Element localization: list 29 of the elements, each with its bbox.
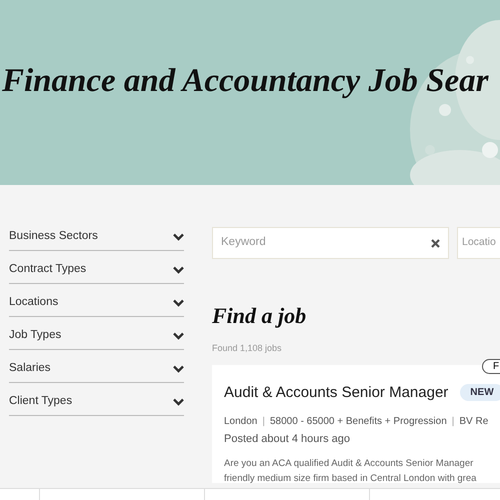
- job-salary: 58000 - 65000 + Benefits + Progression: [270, 415, 447, 429]
- chevron-icon: [173, 398, 184, 406]
- chevron-icon: [173, 332, 184, 340]
- chevron-icon: [173, 365, 184, 373]
- separator: |: [262, 415, 265, 429]
- filter-dropdown[interactable]: Business Sectors: [9, 218, 184, 251]
- keyword-input[interactable]: Keyword: [221, 234, 431, 252]
- clear-icon[interactable]: [431, 238, 440, 248]
- filter-dropdown[interactable]: Job Types: [9, 317, 184, 350]
- section-heading: Find a job: [212, 303, 306, 329]
- chevron-icon: [173, 299, 184, 307]
- job-company: BV Re: [459, 415, 488, 429]
- page-title: Finance and Accountancy Job Sear: [1, 62, 488, 101]
- separator: |: [452, 415, 454, 429]
- chevron-icon: [173, 233, 184, 241]
- filter-dropdown[interactable]: Locations: [9, 284, 184, 317]
- job-summary: friendly medium size firm based in Central London with grea: [224, 472, 476, 486]
- filter-dropdown[interactable]: Salaries: [9, 350, 184, 383]
- job-location: London: [224, 415, 258, 429]
- filter-dropdown[interactable]: Client Types: [9, 383, 184, 416]
- new-badge: NEW: [460, 384, 500, 402]
- filter-dropdown[interactable]: Contract Types: [9, 251, 184, 284]
- posted-time: Posted about 4 hours ago: [224, 432, 350, 447]
- job-summary: Are you an ACA qualified Audit & Accounts Senior Manager: [224, 456, 474, 470]
- chevron-icon: [173, 266, 184, 274]
- keyword-field[interactable]: Keyword: [212, 227, 449, 259]
- result-count: Found 1,108 jobs: [212, 342, 282, 355]
- job-title[interactable]: Audit & Accounts Senior Manager: [224, 382, 448, 404]
- tag-badge: F: [482, 358, 500, 374]
